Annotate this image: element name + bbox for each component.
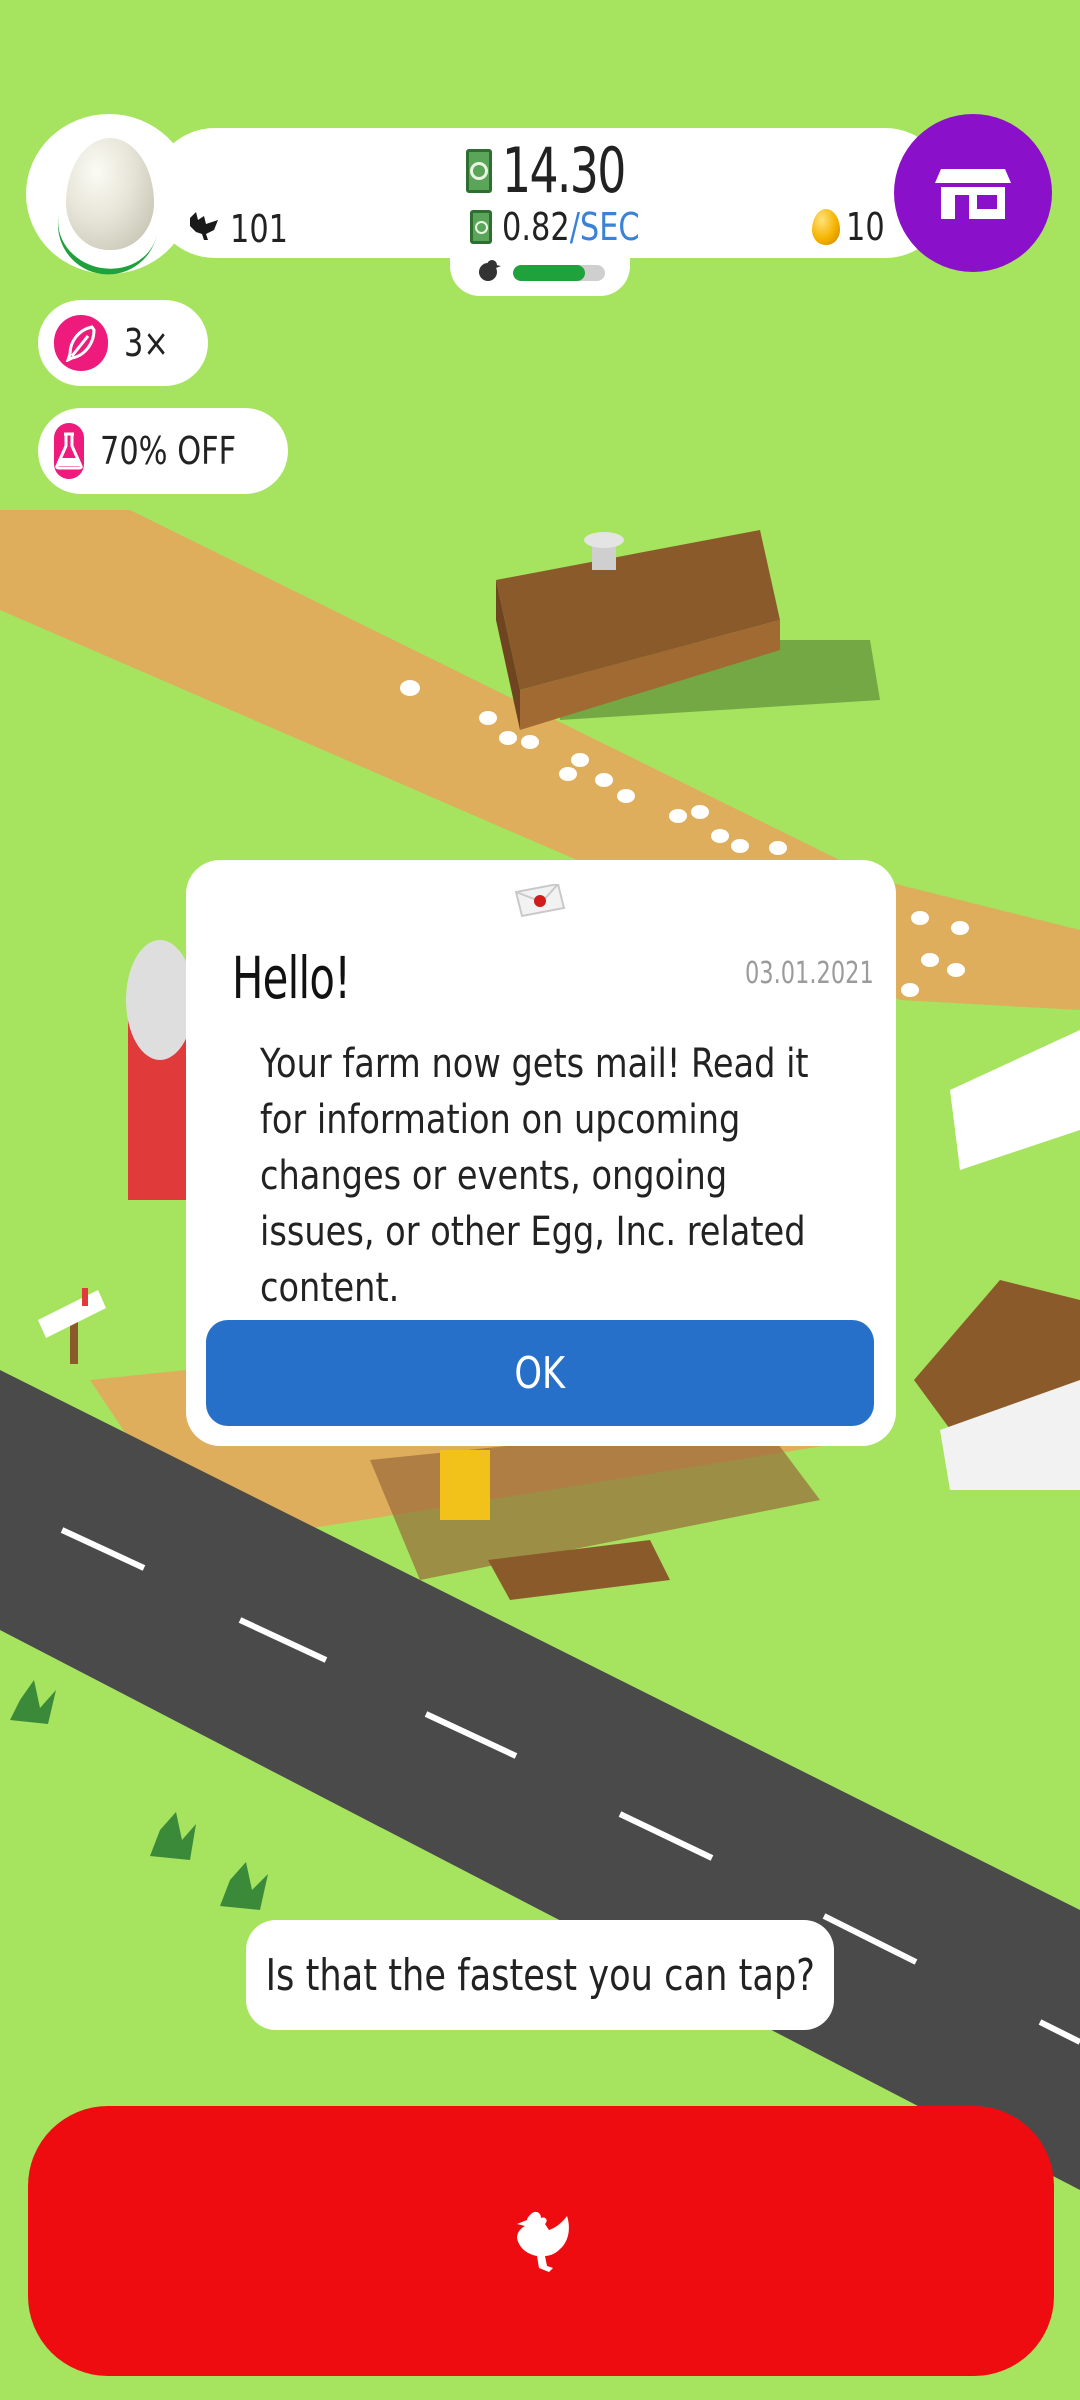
money-display: 14.30 bbox=[466, 140, 652, 202]
ok-button-label: OK bbox=[514, 1347, 566, 1399]
boost-multiplier-pill[interactable]: 3× bbox=[38, 300, 208, 386]
cash-icon bbox=[466, 149, 492, 193]
chick-icon bbox=[475, 257, 501, 290]
hab-progress-fill bbox=[513, 265, 585, 281]
golden-egg-count: 10 bbox=[846, 205, 885, 249]
money-value: 14.30 bbox=[502, 134, 626, 207]
golden-egg-display: 10 bbox=[812, 208, 894, 246]
flask-icon bbox=[55, 432, 83, 470]
store-icon bbox=[935, 169, 1011, 219]
shop-button[interactable] bbox=[894, 114, 1052, 272]
mail-dialog: Hello! 03.01.2021 Your farm now gets mai… bbox=[186, 860, 896, 1446]
envelope-icon bbox=[514, 884, 566, 918]
hab-capacity-indicator[interactable] bbox=[450, 250, 630, 296]
cash-icon bbox=[470, 210, 492, 244]
egg-button[interactable] bbox=[26, 114, 192, 284]
chicken-icon bbox=[186, 208, 222, 249]
dialog-body: Your farm now gets mail! Read it for inf… bbox=[260, 1041, 809, 1311]
chicken-count: 101 bbox=[230, 206, 289, 251]
money-rate-display: 0.82/SEC bbox=[470, 208, 674, 246]
tip-bubble: Is that the fastest you can tap? bbox=[246, 1920, 834, 2030]
silo bbox=[126, 940, 194, 1200]
golden-egg-icon bbox=[812, 209, 840, 245]
chicken-icon bbox=[517, 2211, 569, 2272]
hab-progress-bar bbox=[513, 265, 605, 281]
ok-button[interactable]: OK bbox=[206, 1320, 874, 1426]
chicken-count-display: 101 bbox=[186, 208, 303, 249]
research-discount-label: 70% OFF bbox=[100, 429, 237, 473]
dialog-title: Hello! bbox=[232, 944, 351, 1012]
money-rate-unit: /SEC bbox=[569, 205, 640, 249]
feather-icon bbox=[65, 325, 96, 362]
research-discount-pill[interactable]: 70% OFF bbox=[38, 408, 288, 494]
dialog-date: 03.01.2021 bbox=[745, 956, 874, 991]
hatch-chicken-button[interactable] bbox=[28, 2106, 1054, 2376]
boost-multiplier-label: 3× bbox=[123, 321, 169, 365]
money-rate-value: 0.82 bbox=[502, 205, 570, 249]
tip-text: Is that the fastest you can tap? bbox=[265, 1949, 815, 2001]
